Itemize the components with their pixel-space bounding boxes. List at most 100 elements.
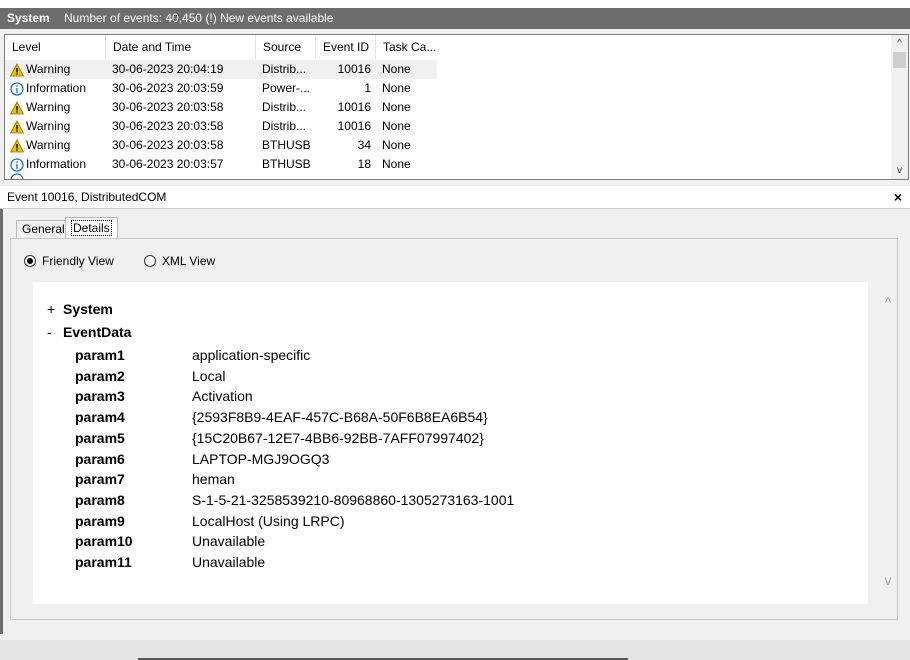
level-text: Information [26,81,87,95]
column-level[interactable]: Level [5,35,106,59]
param-name: param6 [75,450,125,467]
source-cell: BTHUSB [262,138,311,152]
level-text: Information [26,157,87,171]
task-category-cell: None [382,119,411,133]
datetime-cell: 30-06-2023 20:03:57 [112,157,224,171]
tab-general[interactable]: General [16,220,71,238]
level-cell: Warning [10,117,70,136]
events-table[interactable]: Level Date and Time Source Event ID Task… [4,34,909,180]
column-event-id[interactable]: Event ID [316,35,376,59]
xml-view-label[interactable]: XML View [162,254,215,268]
param-name: param8 [75,491,125,508]
pane-edge [0,186,3,634]
system-label: System [63,301,113,317]
level-text: Warning [26,100,71,114]
task-category-cell: None [382,62,411,76]
view-options: Friendly View XML View [24,253,245,269]
param-value: {15C20B67-12E7-4BB6-92BB-7AFF07997402} [192,429,484,446]
detail-header: Event 10016, DistributedCOM × [0,186,910,209]
scroll-up-icon[interactable]: ^ [891,35,908,52]
log-name: System [7,11,50,25]
table-row[interactable]: Warning 30-06-2023 20:03:58 Distrib... 1001… [5,98,437,117]
event-id-cell: 1 [364,81,371,95]
close-icon[interactable]: × [894,186,902,208]
level-cell: Information [10,79,86,98]
event-id-cell: 10016 [337,119,371,133]
scroll-down-icon[interactable]: v [891,162,908,179]
level-cell: Warning [10,136,70,155]
table-row[interactable]: Warning 30-06-2023 20:04:19 Distrib... 1001… [5,60,437,79]
tree-node-system[interactable]: + System [47,301,113,317]
param-name: param10 [75,533,133,550]
level-cell: Warning [10,60,70,79]
param-value: application-specific [192,347,311,363]
datetime-cell: 30-06-2023 20:03:59 [112,81,224,95]
tab-details[interactable]: Details [65,217,118,239]
task-category-cell: None [382,100,411,114]
event-id-cell: 34 [357,138,371,152]
table-row[interactable]: Information 30-06-2023 20:03:57 BTHUSB 18 No… [5,155,437,174]
window-top-edge [0,0,910,8]
log-header-bar: System Number of events: 40,450 (!) New … [0,8,910,29]
expand-icon[interactable]: + [47,301,63,317]
event-id-cell: 18 [357,157,371,171]
param-value: heman [192,471,235,488]
table-row[interactable]: Warning 30-06-2023 20:03:58 Distrib... 1001… [5,117,437,136]
column-task-category[interactable]: Task Ca... [376,35,438,59]
scroll-thumb[interactable] [893,52,906,68]
level-text: Warning [26,62,71,76]
column-date-time[interactable]: Date and Time [106,35,256,59]
param-value: Activation [192,388,253,405]
param-value: {2593F8B9-4EAF-457C-B68A-50F6B8EA6B54} [192,409,488,426]
collapse-icon[interactable]: - [47,324,63,340]
param-value: LAPTOP-MGJ9OGQ3 [192,450,330,467]
event-id-cell: 10016 [337,100,371,114]
details-tab-panel: Friendly View XML View + System - EventDat… [10,238,898,620]
xml-view-radio[interactable] [143,255,156,267]
warning-icon [10,119,26,134]
friendly-view-label[interactable]: Friendly View [42,254,114,268]
param-name: param5 [75,429,125,446]
detail-title: Event 10016, DistributedCOM [7,190,167,204]
tab-details-label: Details [71,220,112,236]
param-value: S-1-5-21-3258539210-80968860-1305273163-… [192,491,515,508]
param-name: param11 [75,554,132,570]
source-cell: BTHUSB [262,157,311,171]
status-area [0,640,910,660]
param-value: Unavailable [192,554,266,570]
column-source[interactable]: Source [256,35,316,59]
param-name: param2 [75,367,125,384]
info-icon [10,81,26,96]
source-cell: Distrib... [262,62,307,76]
tree-node-eventdata[interactable]: - EventData [47,324,131,340]
warning-icon [10,100,26,115]
content-scroll-down-icon[interactable]: v [878,572,898,588]
friendly-view-content: + System - EventData param1 application-spe… [33,282,892,604]
datetime-cell: 30-06-2023 20:03:58 [112,100,224,114]
table-row[interactable]: Information 30-06-2023 20:03:59 Power-... 1… [5,79,437,98]
content-scroll-up-icon[interactable]: ^ [878,294,898,310]
param-value: Local [192,367,226,384]
event-id-cell: 10016 [337,62,371,76]
eventdata-label: EventData [63,324,132,340]
warning-icon [10,62,26,77]
datetime-cell: 30-06-2023 20:03:58 [112,119,224,133]
level-text: Warning [26,119,71,133]
table-row[interactable]: Warning 30-06-2023 20:03:58 BTHUSB 34 None [5,136,437,155]
level-cell: Warning [10,98,70,117]
level-cell: Information [10,155,86,174]
source-cell: Distrib... [262,119,307,133]
param-name: param3 [75,388,125,405]
param-value: Unavailable [192,533,266,550]
param-name: param7 [75,471,125,488]
friendly-view-radio[interactable] [24,255,36,267]
events-scrollbar[interactable]: ^ v [891,35,908,179]
datetime-cell: 30-06-2023 20:04:19 [112,62,224,76]
level-text: Warning [26,138,71,152]
source-cell: Distrib... [262,100,307,114]
param-name: param1 [75,347,125,363]
source-cell: Power-... [262,81,311,95]
task-category-cell: None [382,157,411,171]
event-count[interactable]: Number of events: 40,450 (!) New events … [64,8,333,29]
info-icon [10,173,24,179]
